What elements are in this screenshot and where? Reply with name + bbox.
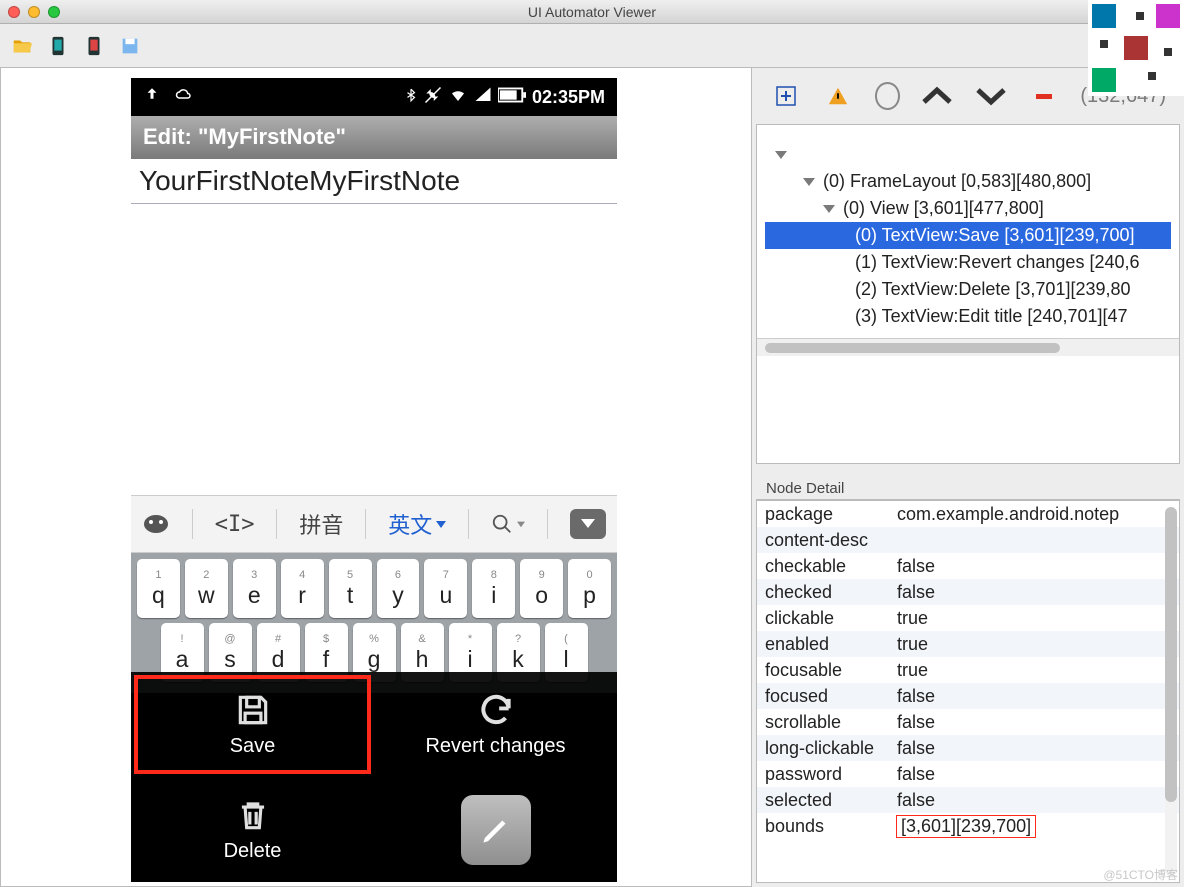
- key-y[interactable]: 6y: [377, 559, 420, 618]
- tree-row[interactable]: (1) TextView:Revert changes [240,6: [765, 249, 1171, 276]
- trash-icon: [234, 796, 272, 834]
- device-screenshot-icon[interactable]: [44, 32, 72, 60]
- detail-row[interactable]: clickabletrue: [757, 605, 1179, 631]
- status-time: 02:35PM: [532, 87, 605, 108]
- menu-delete-label: Delete: [224, 840, 282, 863]
- key-w[interactable]: 2w: [185, 559, 228, 618]
- wifi-icon: [448, 86, 468, 109]
- node-detail-label: Node Detail: [756, 474, 1180, 500]
- menu-delete-button[interactable]: Delete: [131, 777, 374, 882]
- ime-pinyin-button[interactable]: 拼音: [299, 508, 343, 540]
- qr-code-icon: [1088, 0, 1184, 96]
- close-window-button[interactable]: [8, 6, 20, 18]
- tree-horizontal-scrollbar[interactable]: [757, 338, 1179, 356]
- minus-icon[interactable]: [1028, 78, 1060, 114]
- detail-vertical-scrollbar[interactable]: [1165, 507, 1177, 876]
- warning-icon[interactable]: [822, 78, 854, 114]
- tree-row[interactable]: (0) View [3,601][477,800]: [765, 195, 1171, 222]
- ime-cursor-icon[interactable]: <I>: [215, 512, 255, 537]
- menu-save-label: Save: [230, 735, 276, 758]
- menu-edit-button[interactable]: [374, 777, 617, 882]
- detail-row[interactable]: focusedfalse: [757, 683, 1179, 709]
- pencil-icon: [477, 811, 515, 849]
- app-header: Edit: "MyFirstNote": [131, 116, 617, 159]
- tree-row[interactable]: (3) TextView:Edit title [240,701][47: [765, 303, 1171, 330]
- app-toolbar: [0, 24, 1184, 68]
- detail-row[interactable]: passwordfalse: [757, 761, 1179, 787]
- menu-revert-label: Revert changes: [425, 735, 565, 758]
- node-detail-table[interactable]: packagecom.example.android.notepcontent-…: [756, 500, 1180, 883]
- key-u[interactable]: 7u: [424, 559, 467, 618]
- android-status-bar: 02:35PM: [131, 78, 617, 116]
- detail-row[interactable]: content-desc: [757, 527, 1179, 553]
- key-i[interactable]: 8i: [472, 559, 515, 618]
- cloud-icon: [173, 86, 195, 109]
- up-arrow-icon[interactable]: [920, 78, 954, 114]
- upload-icon: [143, 86, 161, 109]
- vibrate-icon: [424, 86, 442, 109]
- detail-row[interactable]: scrollablefalse: [757, 709, 1179, 735]
- detail-row[interactable]: bounds[3,601][239,700]: [757, 813, 1179, 839]
- ime-collapse-icon[interactable]: [570, 509, 606, 539]
- detail-row[interactable]: packagecom.example.android.notep: [757, 501, 1179, 527]
- save-icon[interactable]: [116, 32, 144, 60]
- device-screenshot[interactable]: 02:35PM Edit: "MyFirstNote" YourFirstNot…: [131, 78, 617, 882]
- ime-english-button[interactable]: 英文: [388, 508, 446, 540]
- zoom-window-button[interactable]: [48, 6, 60, 18]
- ime-toolbar: <I> 拼音 英文: [131, 495, 617, 553]
- hierarchy-tree[interactable]: (0) FrameLayout [0,583][480,800](0) View…: [756, 124, 1180, 464]
- device-screenshot-alt-icon[interactable]: [80, 32, 108, 60]
- detail-row[interactable]: enabledtrue: [757, 631, 1179, 657]
- mac-titlebar: UI Automator Viewer: [0, 0, 1184, 24]
- down-arrow-icon[interactable]: [974, 78, 1008, 114]
- screenshot-pane[interactable]: 02:35PM Edit: "MyFirstNote" YourFirstNot…: [0, 68, 752, 887]
- ime-search-icon[interactable]: [491, 513, 525, 535]
- tree-row[interactable]: (2) TextView:Delete [3,701][239,80: [765, 276, 1171, 303]
- key-q[interactable]: 1q: [137, 559, 180, 618]
- expand-all-icon[interactable]: [770, 78, 802, 114]
- detail-row[interactable]: focusabletrue: [757, 657, 1179, 683]
- key-p[interactable]: 0p: [568, 559, 611, 618]
- open-icon[interactable]: [8, 32, 36, 60]
- signal-icon: [474, 86, 492, 109]
- tree-row[interactable]: (0) TextView:Save [3,601][239,700]: [765, 222, 1171, 249]
- key-e[interactable]: 3e: [233, 559, 276, 618]
- save-icon: [234, 691, 272, 729]
- note-body[interactable]: YourFirstNoteMyFirstNote: [131, 159, 617, 495]
- circle-icon[interactable]: [875, 82, 901, 110]
- key-o[interactable]: 9o: [520, 559, 563, 618]
- note-text[interactable]: YourFirstNoteMyFirstNote: [131, 159, 617, 204]
- detail-row[interactable]: checkablefalse: [757, 553, 1179, 579]
- window-title: UI Automator Viewer: [0, 4, 1184, 20]
- detail-row[interactable]: long-clickablefalse: [757, 735, 1179, 761]
- bluetooth-icon: [404, 86, 418, 109]
- detail-row[interactable]: checkedfalse: [757, 579, 1179, 605]
- watermark: @51CTO博客: [1103, 866, 1178, 883]
- menu-save-button[interactable]: Save: [134, 675, 371, 774]
- key-r[interactable]: 4r: [281, 559, 324, 618]
- menu-revert-button[interactable]: Revert changes: [374, 672, 617, 777]
- detail-row[interactable]: selectedfalse: [757, 787, 1179, 813]
- revert-icon: [477, 691, 515, 729]
- tree-row[interactable]: (0) FrameLayout [0,583][480,800]: [765, 168, 1171, 195]
- minimize-window-button[interactable]: [28, 6, 40, 18]
- ime-logo-icon[interactable]: [142, 512, 170, 536]
- key-t[interactable]: 5t: [329, 559, 372, 618]
- battery-icon: [498, 87, 526, 108]
- options-menu: Save Revert changes Delete: [131, 672, 617, 882]
- app-header-text: Edit: "MyFirstNote": [143, 124, 346, 149]
